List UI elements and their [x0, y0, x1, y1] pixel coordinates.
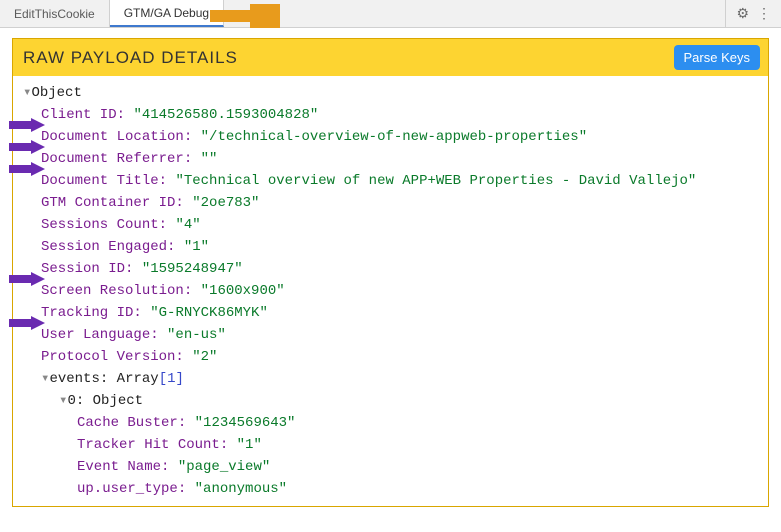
tree-events[interactable]: ▾events: Array[1]: [23, 368, 762, 390]
tree-row: Tracker Hit Count: "1": [23, 434, 762, 456]
annotation-arrow-orange: [210, 4, 280, 28]
tree-root[interactable]: ▾Object: [23, 82, 762, 104]
tree-row: Protocol Version: "2": [23, 346, 762, 368]
annotation-arrow-purple: [9, 316, 45, 330]
tree-row: Cache Buster: "1234569643": [23, 412, 762, 434]
tab-editthiscookie[interactable]: EditThisCookie: [0, 0, 110, 27]
tree-row: Client ID: "414526580.1593004828": [23, 104, 762, 126]
gear-icon[interactable]: ⚙: [736, 5, 749, 22]
raw-payload-panel: RAW PAYLOAD DETAILS Parse Keys ▾Object C…: [12, 38, 769, 507]
panel-header: RAW PAYLOAD DETAILS Parse Keys: [13, 39, 768, 76]
tree-row: Event Name: "page_view": [23, 456, 762, 478]
annotation-arrow-purple: [9, 272, 45, 286]
tree-row: User Language: "en-us": [23, 324, 762, 346]
tree-row: Document Location: "/technical-overview-…: [23, 126, 762, 148]
tree-row: Screen Resolution: "1600x900": [23, 280, 762, 302]
tree-row: Sessions Count: "4": [23, 214, 762, 236]
tree-row: Document Title: "Technical overview of n…: [23, 170, 762, 192]
tree-row: Tracking ID: "G-RNYCK86MYK": [23, 302, 762, 324]
payload-tree: ▾Object Client ID: "414526580.1593004828…: [13, 76, 768, 506]
tree-event-0[interactable]: ▾0: Object: [23, 390, 762, 412]
tab-gtm-ga-debug[interactable]: GTM/GA Debug: [110, 0, 224, 27]
tab-bar: EditThisCookie GTM/GA Debug ⚙ ⋮: [0, 0, 781, 28]
parse-keys-button[interactable]: Parse Keys: [674, 45, 760, 70]
annotation-arrow-purple: [9, 162, 45, 176]
tree-row: Session ID: "1595248947": [23, 258, 762, 280]
tree-row: Document Referrer: "": [23, 148, 762, 170]
panel-title: RAW PAYLOAD DETAILS: [23, 48, 238, 68]
tree-row: Session Engaged: "1": [23, 236, 762, 258]
tree-row: GTM Container ID: "2oe783": [23, 192, 762, 214]
kebab-menu-icon[interactable]: ⋮: [757, 5, 771, 22]
annotation-arrow-purple: [9, 118, 45, 132]
annotation-arrow-purple: [9, 140, 45, 154]
tree-row: up.user_type: "anonymous": [23, 478, 762, 500]
